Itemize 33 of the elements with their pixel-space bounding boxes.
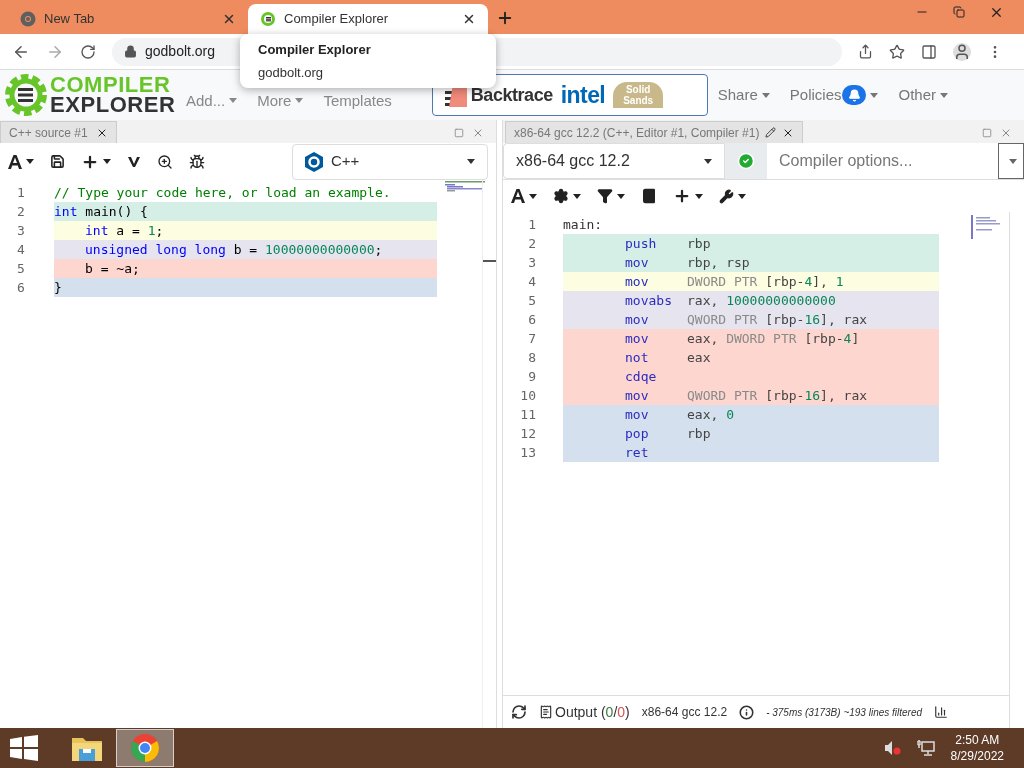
code-line: main: <box>563 216 604 234</box>
line-number: 6 <box>527 311 537 329</box>
line-number: 2 <box>527 235 537 253</box>
line-number: 1 <box>16 184 26 202</box>
compiler-name: x86-64 gcc 12.2 <box>641 704 728 721</box>
line-number: 4 <box>527 273 537 291</box>
logo-text: COMPILER <box>50 75 172 95</box>
line-number: 2 <box>16 203 26 221</box>
line-number: 7 <box>527 330 537 348</box>
logo-text: EXPLORER <box>50 95 176 115</box>
sponsor-logo: Backtrace <box>470 83 553 107</box>
clock-date: 8/29/2022 <box>950 748 1004 764</box>
line-number: 9 <box>527 368 537 386</box>
tooltip-url: godbolt.org <box>258 63 325 82</box>
line-number: 5 <box>16 260 26 278</box>
line-number: 5 <box>527 292 537 310</box>
sponsor-logo: intel <box>560 80 606 110</box>
line-number: 3 <box>16 222 26 240</box>
sponsor-logo: Solid Sands <box>613 82 664 108</box>
line-number: 13 <box>519 444 537 462</box>
line-number: 4 <box>16 241 26 259</box>
line-number: 8 <box>527 349 537 367</box>
line-number: 12 <box>519 425 537 443</box>
line-number: 10 <box>519 387 537 405</box>
line-number: 6 <box>16 279 26 297</box>
line-number: 11 <box>519 406 537 424</box>
url-text: godbolt.org <box>145 42 216 61</box>
code-line: // Type your code here, or load an example. <box>54 184 392 202</box>
line-number: 3 <box>527 254 537 272</box>
clock-time: 2:50 AM <box>955 732 1000 748</box>
line-number: 1 <box>527 216 537 234</box>
tooltip-title: Compiler Explorer <box>258 41 372 59</box>
compile-stats: - 375ms (3173B) ~193 lines filtered <box>766 705 923 720</box>
